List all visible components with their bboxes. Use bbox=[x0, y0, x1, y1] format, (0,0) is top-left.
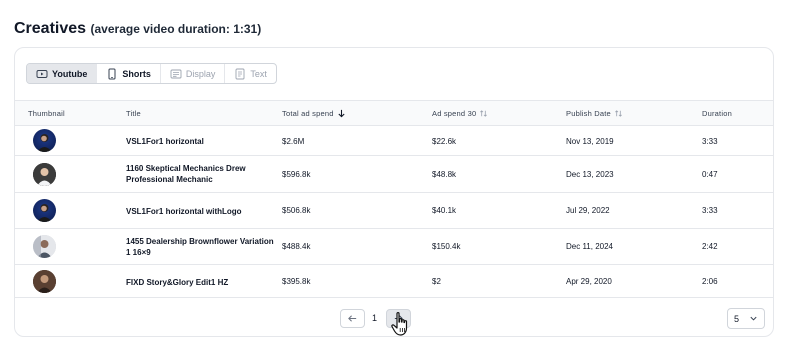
page-size-value: 5 bbox=[734, 313, 740, 324]
col-duration: Duration bbox=[702, 109, 732, 118]
table-row[interactable]: FIXD Story&Glory Edit1 HZ $395.8k $2 Apr… bbox=[15, 265, 773, 298]
page-subtitle: (average video duration: 1:31) bbox=[90, 22, 262, 36]
page-heading: Creatives (average video duration: 1:31) bbox=[14, 20, 261, 38]
thumbnail-image bbox=[33, 270, 56, 293]
text-doc-icon bbox=[235, 68, 245, 79]
tab-text-label: Text bbox=[250, 68, 267, 79]
creative-title: 1160 Skeptical Mechanics Drew Profession… bbox=[126, 164, 246, 184]
tab-shorts[interactable]: Shorts bbox=[97, 64, 161, 83]
col-ad-spend-30[interactable]: Ad spend 30 bbox=[432, 109, 488, 118]
duration: 2:06 bbox=[702, 277, 718, 286]
total-ad-spend: $2.6M bbox=[282, 137, 305, 146]
arrow-left-icon bbox=[348, 315, 357, 322]
table-row[interactable]: 1455 Dealership Brownflower Variation 1 … bbox=[15, 229, 773, 265]
format-tabs: Youtube Shorts Display Text bbox=[26, 63, 277, 84]
table-row[interactable]: VSL1For1 horizontal $2.6M $22.6k Nov 13,… bbox=[15, 126, 773, 156]
ad-spend-30: $22.6k bbox=[432, 137, 457, 146]
table-row[interactable]: VSL1For1 horizontal withLogo $506.8k $40… bbox=[15, 193, 773, 229]
tab-display-label: Display bbox=[185, 68, 216, 79]
page-title: Creatives bbox=[14, 20, 87, 37]
ad-spend-30: $40.1k bbox=[432, 206, 457, 215]
duration: 2:42 bbox=[702, 242, 718, 251]
col-thumbnail: Thumbnail bbox=[28, 109, 65, 118]
arrow-down-icon bbox=[338, 109, 345, 118]
duration: 3:33 bbox=[702, 137, 718, 146]
sort-icon bbox=[615, 110, 622, 117]
ad-spend-30: $150.4k bbox=[432, 242, 461, 251]
duration: 0:47 bbox=[702, 170, 718, 179]
tab-youtube[interactable]: Youtube bbox=[27, 64, 98, 83]
phone-icon bbox=[108, 68, 116, 79]
tab-shorts-label: Shorts bbox=[122, 68, 151, 79]
current-page[interactable]: 1 bbox=[372, 313, 377, 323]
chevron-down-icon bbox=[750, 316, 757, 321]
creative-title: VSL1For1 horizontal withLogo bbox=[126, 207, 242, 216]
youtube-icon bbox=[36, 69, 48, 78]
thumbnail-image bbox=[33, 235, 56, 258]
thumbnail-image bbox=[33, 129, 56, 152]
thumbnail-image bbox=[33, 199, 56, 222]
col-title: Title bbox=[126, 109, 141, 118]
publish-date: Dec 11, 2024 bbox=[566, 242, 613, 251]
creative-title: 1455 Dealership Brownflower Variation 1 … bbox=[126, 237, 274, 257]
prev-page-button[interactable] bbox=[340, 309, 365, 328]
total-ad-spend: $506.8k bbox=[282, 206, 311, 215]
total-ad-spend: $596.8k bbox=[282, 170, 311, 179]
col-total-ad-spend[interactable]: Total ad spend bbox=[282, 109, 346, 118]
tab-text[interactable]: Text bbox=[225, 64, 276, 83]
creative-title: VSL1For1 horizontal bbox=[126, 137, 204, 146]
publish-date: Apr 29, 2020 bbox=[566, 277, 612, 286]
publish-date: Dec 13, 2023 bbox=[566, 170, 614, 179]
tab-display[interactable]: Display bbox=[161, 64, 226, 83]
publish-date: Nov 13, 2019 bbox=[566, 137, 614, 146]
creative-title: FIXD Story&Glory Edit1 HZ bbox=[126, 278, 229, 287]
total-ad-spend: $395.8k bbox=[282, 277, 311, 286]
table-row[interactable]: 1160 Skeptical Mechanics Drew Profession… bbox=[15, 156, 773, 193]
col-publish-date[interactable]: Publish Date bbox=[566, 109, 623, 118]
total-ad-spend: $488.4k bbox=[282, 242, 311, 251]
thumbnail-image bbox=[33, 163, 56, 186]
duration: 3:33 bbox=[702, 206, 718, 215]
ad-spend-30: $2 bbox=[432, 277, 441, 286]
publish-date: Jul 29, 2022 bbox=[566, 206, 610, 215]
creatives-card: Youtube Shorts Display Text Thumbnail Ti… bbox=[14, 47, 774, 337]
sort-icon bbox=[480, 110, 488, 117]
display-icon bbox=[170, 69, 182, 78]
hand-pointer-cursor-icon bbox=[391, 312, 408, 336]
table-header: Thumbnail Title Total ad spend Ad spend … bbox=[15, 100, 773, 126]
page-size-select[interactable]: 5 bbox=[727, 308, 765, 329]
tab-youtube-label: Youtube bbox=[52, 68, 88, 79]
ad-spend-30: $48.8k bbox=[432, 170, 457, 179]
